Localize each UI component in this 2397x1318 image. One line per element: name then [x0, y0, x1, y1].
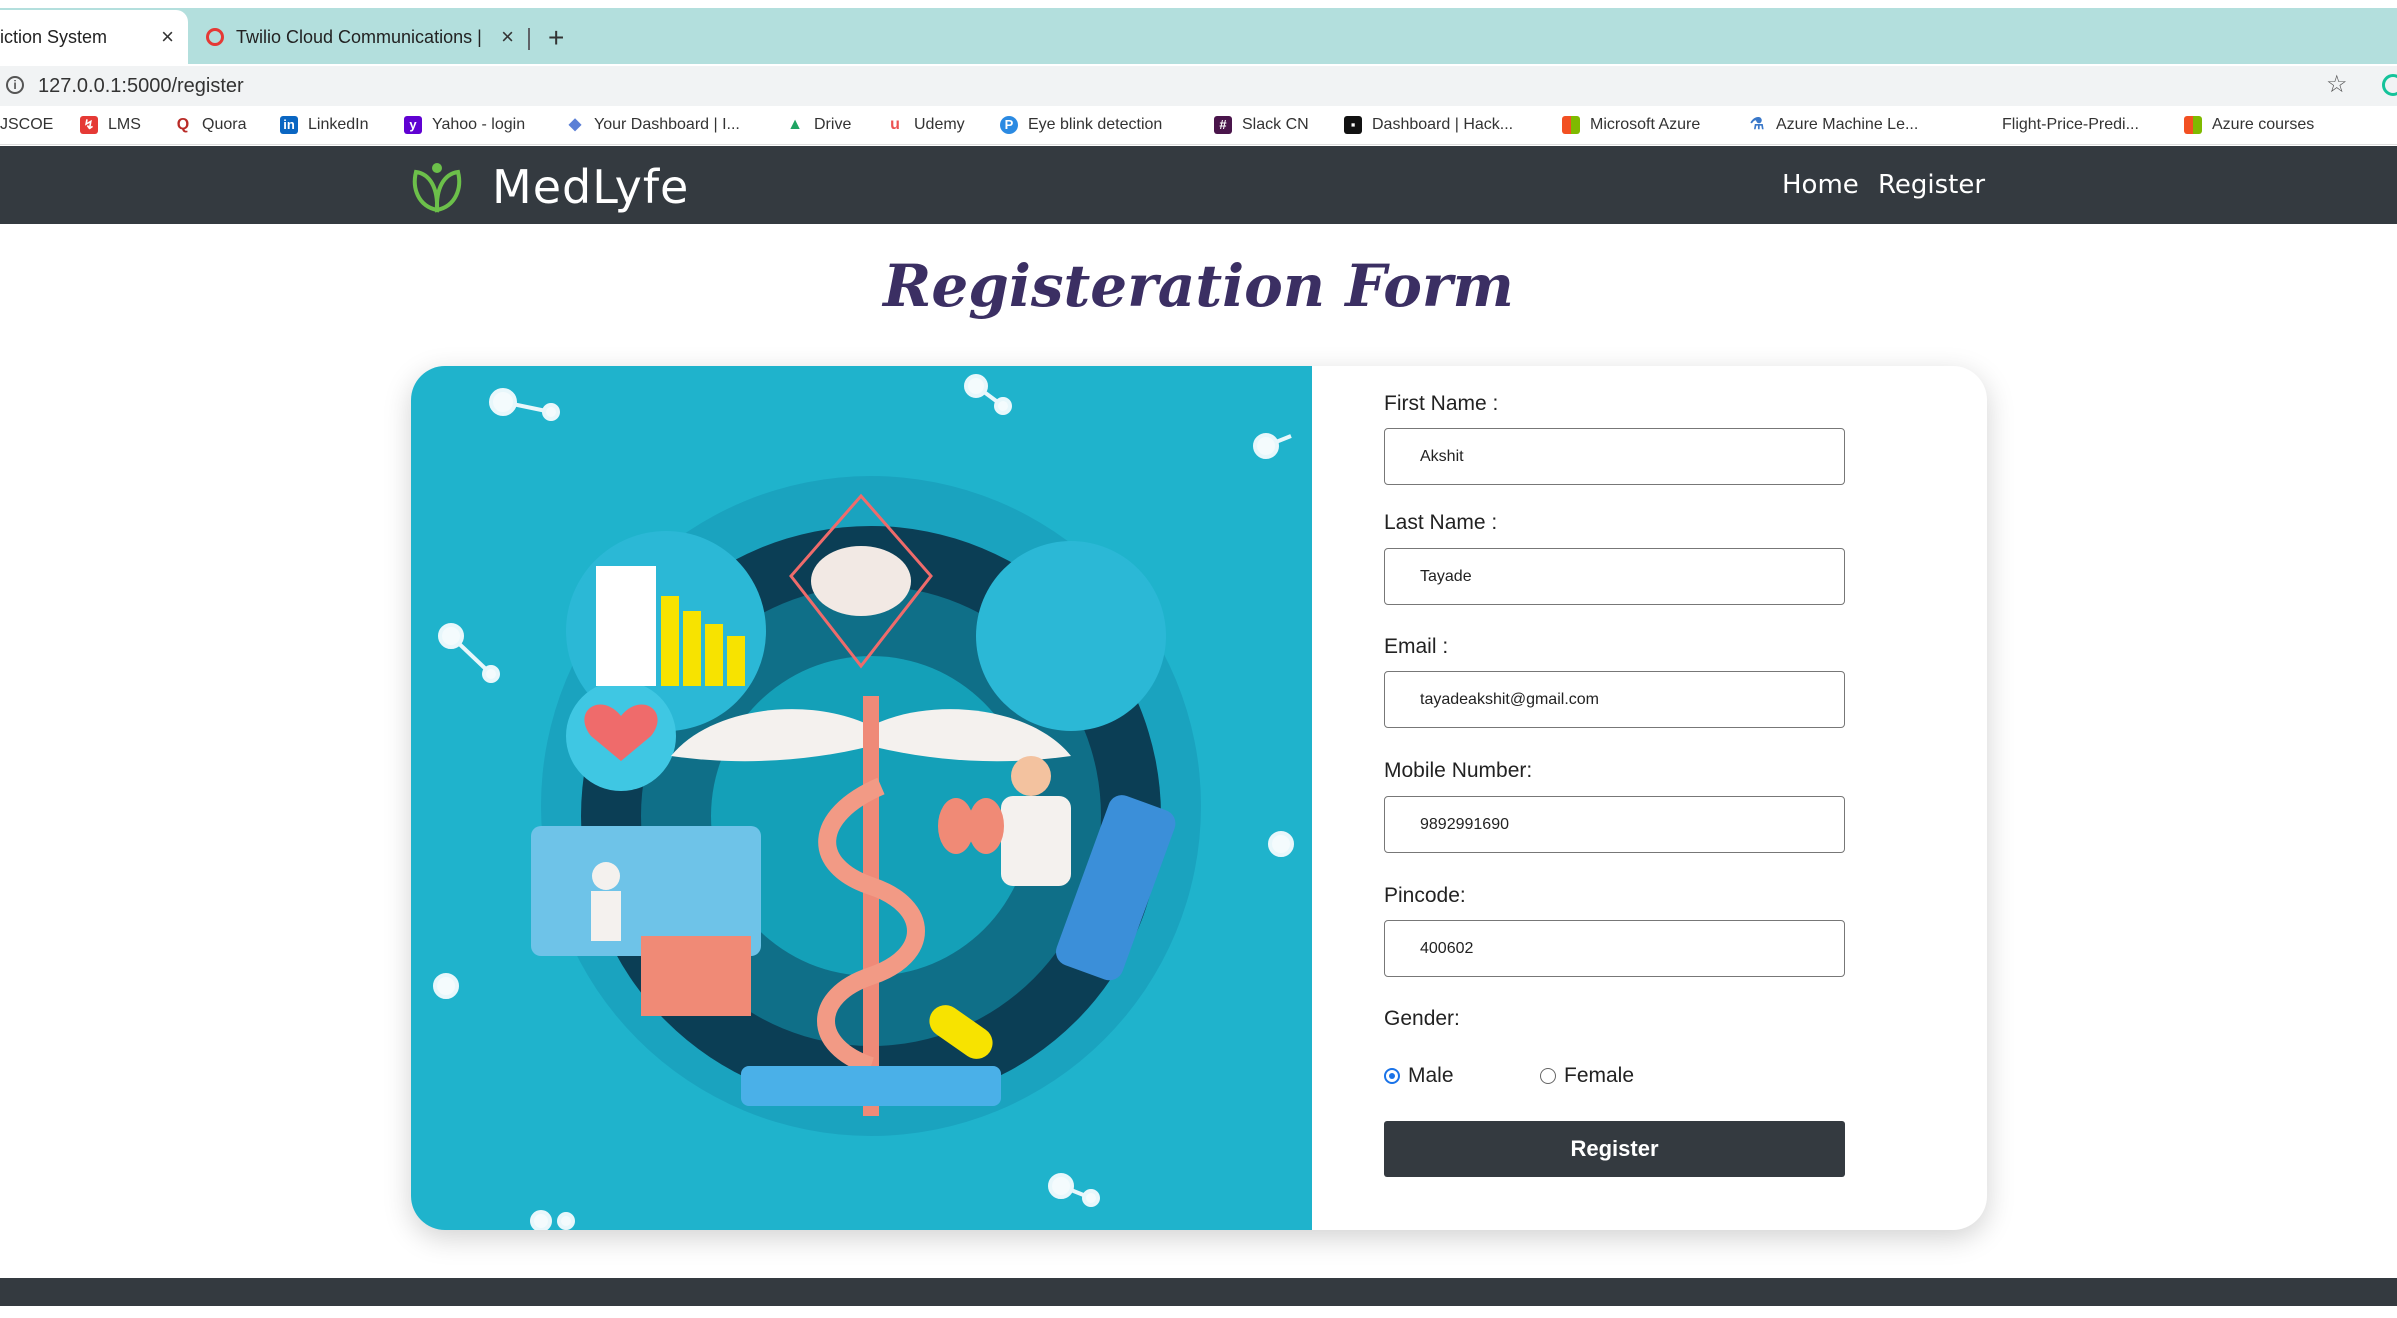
email-label: Email : [1384, 635, 1449, 658]
p-icon: P [1000, 116, 1018, 134]
bookmark-star-icon[interactable]: ☆ [2326, 70, 2348, 99]
drive-icon: ▲ [787, 116, 803, 133]
bookmark-item[interactable]: ▪ Dashboard | Hack... [1344, 116, 1513, 134]
browser-tab-active[interactable]: iction System × [0, 10, 188, 64]
nav-link-register[interactable]: Register [1878, 170, 1985, 200]
bookmark-item[interactable]: ◆ Your Dashboard | I... [566, 116, 740, 134]
bookmark-item[interactable]: ▲ Drive [786, 116, 851, 134]
bookmark-item[interactable]: JSCOE [0, 116, 53, 134]
bookmark-item[interactable]: P Eye blink detection [1000, 116, 1162, 134]
microsoft-icon [1562, 116, 1580, 134]
gender-female-radio[interactable] [1540, 1068, 1556, 1084]
gender-male-radio[interactable] [1384, 1068, 1400, 1084]
url-text[interactable]: 127.0.0.1:5000/register [38, 75, 244, 98]
bookmark-item[interactable]: Microsoft Azure [1562, 116, 1700, 134]
extension-icon[interactable] [2382, 74, 2397, 96]
bookmark-item[interactable]: u Udemy [886, 116, 965, 134]
tab-divider [528, 28, 530, 50]
flask-icon: ⚗ [1749, 116, 1765, 133]
register-button[interactable]: Register [1384, 1121, 1845, 1177]
gender-female-label[interactable]: Female [1564, 1064, 1634, 1088]
first-name-input[interactable] [1384, 428, 1845, 485]
bookmark-item[interactable]: in LinkedIn [280, 116, 369, 134]
tab-title: Twilio Cloud Communications | [236, 26, 482, 47]
udemy-icon: u [890, 116, 900, 133]
twilio-icon [206, 28, 224, 46]
slack-icon: # [1214, 116, 1232, 134]
mobile-number-input[interactable] [1384, 796, 1845, 853]
yahoo-icon: y [404, 116, 422, 134]
bookmark-item[interactable]: Azure courses [2184, 116, 2314, 134]
lms-icon: ↯ [80, 116, 98, 134]
pincode-input[interactable] [1384, 920, 1845, 977]
linkedin-icon: in [280, 116, 298, 134]
bookmark-item[interactable]: ↯ LMS [80, 116, 141, 134]
close-tab-icon[interactable]: × [501, 24, 514, 50]
address-bar[interactable] [0, 66, 2397, 106]
nav-link-home[interactable]: Home [1782, 170, 1859, 200]
pincode-label: Pincode: [1384, 884, 1466, 907]
diamond-icon: ◆ [568, 116, 582, 133]
hack-icon: ▪ [1344, 116, 1362, 134]
quora-icon: Q [176, 116, 190, 133]
bookmark-item[interactable]: Flight-Price-Predi... [2002, 116, 2139, 134]
bookmark-item[interactable]: Q Quora [174, 116, 247, 134]
mobile-number-label: Mobile Number: [1384, 759, 1533, 782]
bookmark-item[interactable]: # Slack CN [1214, 116, 1309, 134]
leaf-logo-icon[interactable] [408, 158, 466, 216]
site-info-icon[interactable]: i [6, 76, 24, 94]
email-input[interactable] [1384, 671, 1845, 728]
last-name-label: Last Name : [1384, 511, 1498, 534]
microsoft-icon [2184, 116, 2202, 134]
site-footer [0, 1278, 2397, 1306]
last-name-input[interactable] [1384, 548, 1845, 605]
browser-tab-twilio[interactable]: Twilio Cloud Communications | × [198, 10, 528, 64]
new-tab-button[interactable]: + [548, 22, 564, 54]
bookmark-item[interactable]: ⚗ Azure Machine Le... [1748, 116, 1918, 134]
brand-name[interactable]: MedLyfe [492, 160, 689, 214]
first-name-label: First Name : [1384, 392, 1499, 415]
bookmark-item[interactable]: y Yahoo - login [404, 116, 525, 134]
gender-male-label[interactable]: Male [1408, 1064, 1454, 1088]
page-title: Registeration Form [883, 252, 1514, 320]
gender-label: Gender: [1384, 1007, 1460, 1030]
close-tab-icon[interactable]: × [161, 24, 174, 50]
site-navbar [0, 146, 2397, 224]
medical-illustration [411, 366, 1312, 1230]
tab-title: iction System [0, 26, 108, 47]
